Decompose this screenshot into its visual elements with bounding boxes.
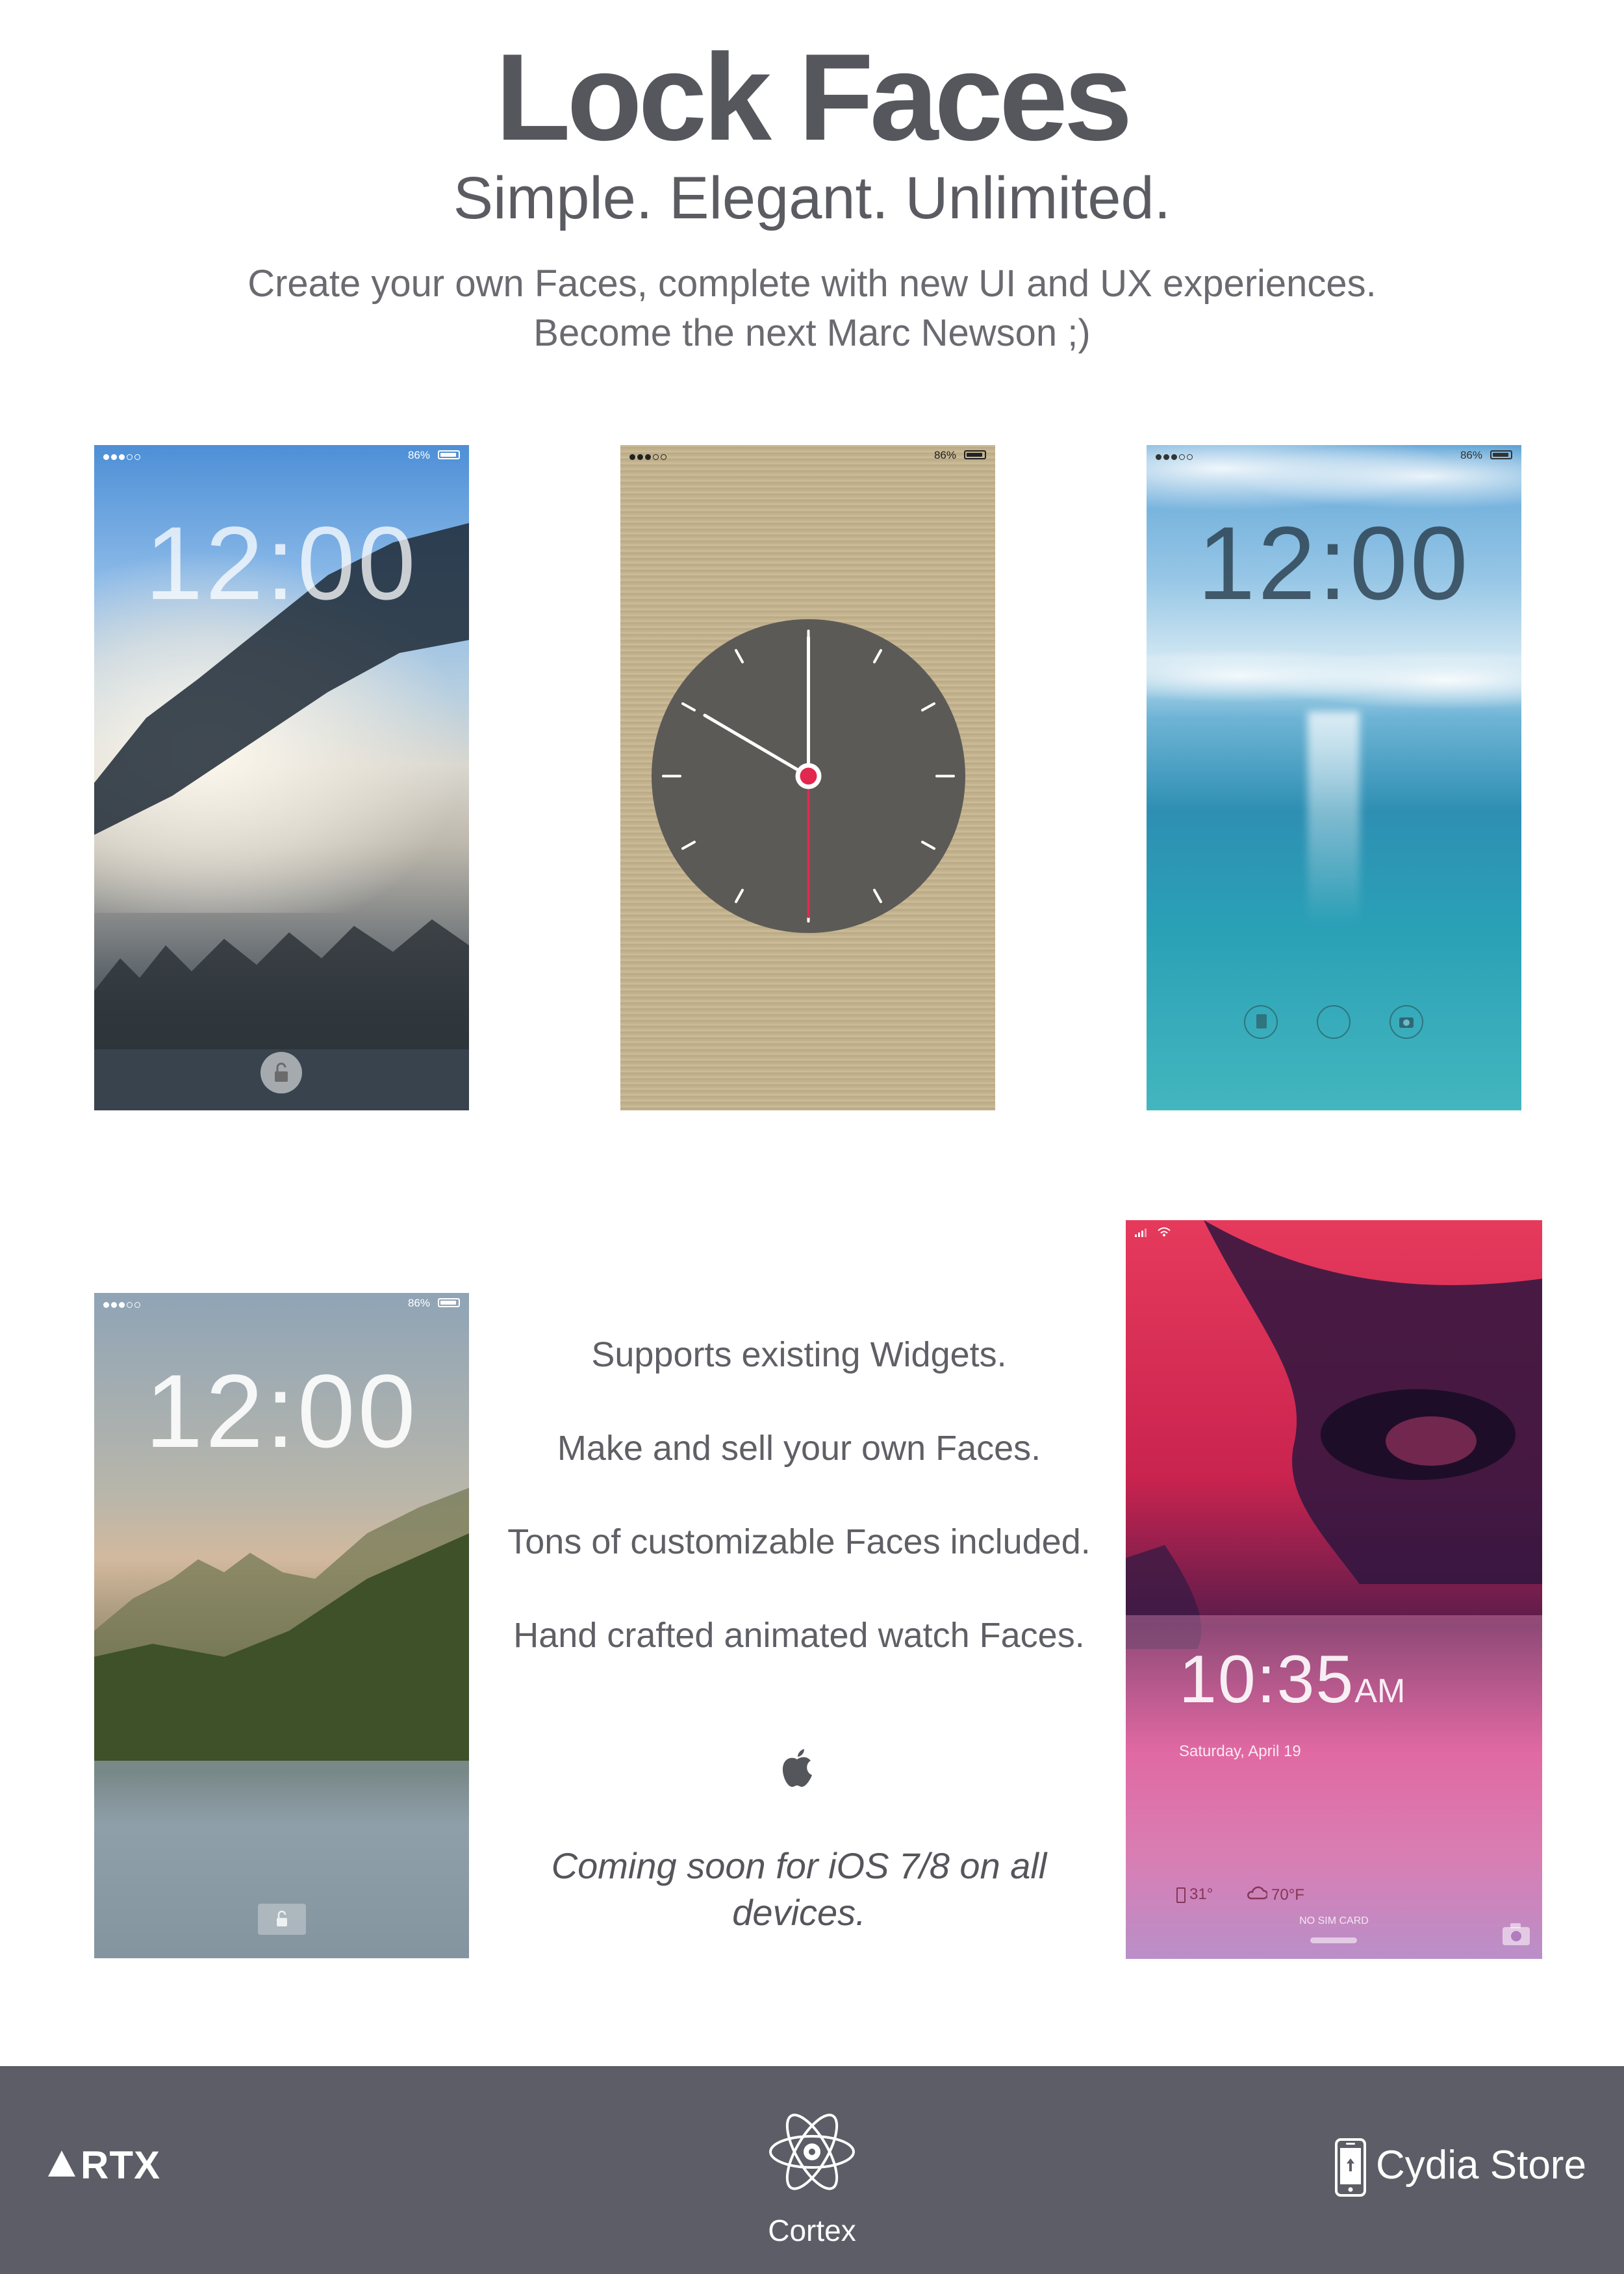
- camera-icon: [1399, 1017, 1414, 1028]
- signal-bars-icon: [1135, 1228, 1148, 1237]
- screen-fog-mountain: 86% 12:00: [94, 445, 469, 1110]
- page-title: Lock Faces: [495, 29, 1133, 166]
- unlock-button[interactable]: [258, 1904, 306, 1935]
- screen-face-closeup: 10:35AM Saturday, April 19 31° 70°F NO S…: [1126, 1220, 1542, 1959]
- unlock-handle[interactable]: [1310, 1937, 1357, 1943]
- status-bar: 86%: [94, 1293, 469, 1315]
- lock-time-digital: 10:35AM: [1179, 1641, 1405, 1718]
- iphone-icon: [1335, 2138, 1366, 2197]
- sun-reflection: [1308, 711, 1360, 926]
- status-bar: 86%: [620, 445, 995, 467]
- feature-sell-faces: Make and sell your own Faces.: [557, 1429, 1041, 1468]
- lock-time: 12:00: [145, 1353, 418, 1469]
- camera-button[interactable]: [1389, 1005, 1423, 1039]
- watch-face: [652, 619, 965, 933]
- tagline: Simple. Elegant. Unlimited.: [453, 165, 1171, 231]
- apple-logo-icon: [782, 1749, 812, 1787]
- status-bar: 86%: [94, 445, 469, 467]
- battery-percent: 86%: [407, 1297, 430, 1309]
- rtx-brand: RTX: [81, 2143, 160, 2187]
- cortex-brand: Cortex: [768, 2214, 856, 2247]
- battery-percent: 86%: [1460, 449, 1482, 461]
- lock-icon: [275, 1062, 288, 1082]
- unlock-button[interactable]: [260, 1052, 302, 1093]
- status-bar: 86%: [1147, 445, 1521, 467]
- screen-ocean: 86% 12:00: [1147, 445, 1521, 1110]
- flashlight-icon: [1256, 1014, 1267, 1028]
- cloud-icon: [1245, 1885, 1269, 1906]
- battery-icon: [438, 450, 460, 459]
- signal-dots-icon: [1156, 454, 1201, 461]
- clouds-horizon: [1147, 633, 1521, 718]
- description-line-2: Become the next Marc Newson ;): [533, 312, 1091, 354]
- coming-soon-note: Coming soon for iOS 7/8 on all devices.: [551, 1845, 1047, 1933]
- weather-widget: 70°F: [1245, 1885, 1304, 1906]
- screen-analog-watch: 86%: [620, 445, 995, 1110]
- face-art: [1126, 1220, 1542, 1959]
- camera-icon[interactable]: [1499, 1921, 1534, 1948]
- battery-percent: 86%: [407, 449, 430, 461]
- lock-time: 12:00: [145, 505, 418, 621]
- lock-date: Saturday, April 19: [1179, 1743, 1301, 1760]
- time-ampm: AM: [1354, 1672, 1406, 1710]
- signal-dots-icon: [103, 1302, 149, 1309]
- signal-dots-icon: [103, 454, 149, 461]
- lock-time: 12:00: [1197, 505, 1471, 621]
- weather-temp: 70°F: [1271, 1885, 1304, 1904]
- battery-icon: [438, 1298, 460, 1307]
- sim-status: NO SIM CARD: [1299, 1915, 1369, 1926]
- feature-customizable: Tons of customizable Faces included.: [507, 1522, 1091, 1561]
- triangle-icon: [48, 2151, 75, 2177]
- feature-animated-watch: Hand crafted animated watch Faces.: [513, 1616, 1085, 1655]
- flashlight-button[interactable]: [1244, 1005, 1278, 1039]
- battery-temp: 31°: [1189, 1885, 1213, 1903]
- wifi-icon: [1158, 1227, 1171, 1236]
- battery-widget: 31°: [1176, 1885, 1213, 1904]
- footer: RTX Cortex Cydia Store: [0, 2066, 1624, 2274]
- lock-icon: [277, 1910, 287, 1926]
- home-button[interactable]: [1317, 1005, 1351, 1039]
- time-value: 10:35: [1179, 1642, 1355, 1717]
- signal-dots-icon: [629, 454, 675, 461]
- cydia-store-brand[interactable]: Cydia Store: [1376, 2142, 1586, 2188]
- atom-icon: [769, 2114, 855, 2190]
- battery-icon: [964, 450, 986, 459]
- feature-widgets: Supports existing Widgets.: [591, 1335, 1007, 1374]
- battery-icon: [1176, 1887, 1186, 1903]
- battery-icon: [1490, 450, 1512, 459]
- description-line-1: Create your own Faces, complete with new…: [247, 262, 1377, 305]
- battery-percent: 86%: [933, 449, 956, 461]
- screen-lake-mountain: 86% 12:00: [94, 1293, 469, 1958]
